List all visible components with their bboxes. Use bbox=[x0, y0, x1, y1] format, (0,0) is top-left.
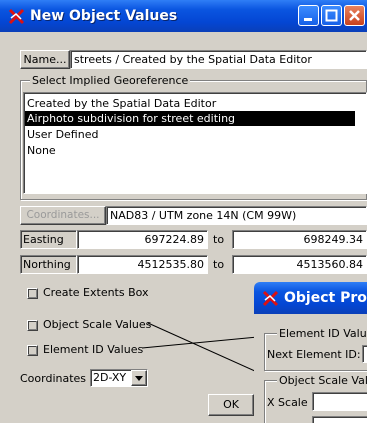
x-scale-field[interactable] bbox=[312, 392, 367, 411]
y-scale-field[interactable] bbox=[312, 416, 367, 423]
object-properties-window: Object Prope Element ID Value Next Eleme… bbox=[254, 282, 367, 423]
object-properties-title: Object Prope bbox=[284, 290, 367, 306]
element-id-group-label: Element ID Value bbox=[277, 327, 367, 340]
x-scale-label: X Scale bbox=[267, 396, 308, 409]
object-scale-group-label: Object Scale Val bbox=[277, 374, 367, 387]
spatial-editor-app-icon bbox=[262, 290, 279, 307]
next-element-id-field[interactable] bbox=[362, 345, 367, 363]
object-properties-title-bar[interactable]: Object Prope bbox=[254, 282, 367, 314]
next-element-id-label: Next Element ID: bbox=[267, 348, 361, 361]
